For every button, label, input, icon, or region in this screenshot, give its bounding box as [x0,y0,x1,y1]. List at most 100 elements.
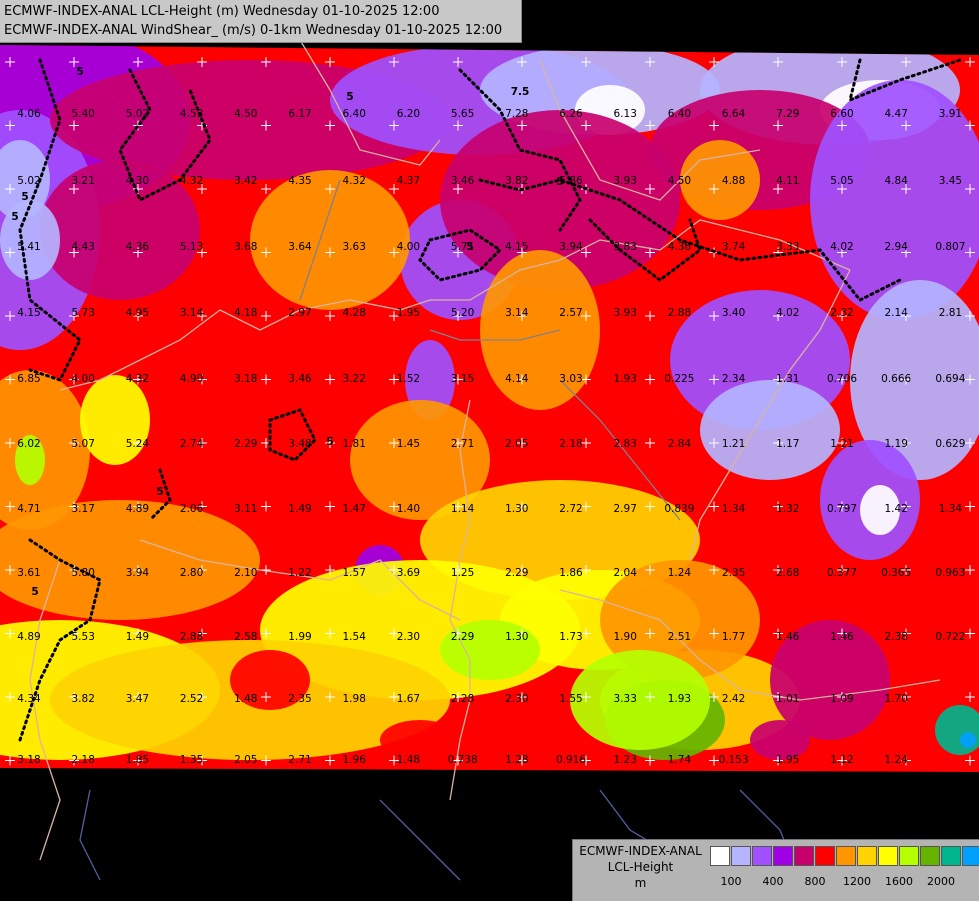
field-patch [700,380,840,480]
shear-value: 3.18 [234,373,257,385]
shear-value: 3.21 [72,175,95,187]
shear-value: 1.95 [397,307,420,319]
shear-value: 4.37 [397,175,420,187]
title-lcl-height: ECMWF-INDEX-ANAL LCL-Height (m) Wednesda… [4,4,440,19]
shear-value: 3.33 [614,693,637,705]
contour-label: 5 [326,436,333,448]
shear-value: 1.90 [614,631,637,643]
shear-value: 0.706 [827,373,857,385]
legend-swatch [773,846,793,866]
shear-value: 1.55 [559,693,582,705]
shear-value: 1.93 [668,693,691,705]
shear-value: 5.73 [72,307,95,319]
shear-value: 2.74 [180,438,204,450]
shear-value: 0.377 [827,567,857,579]
legend-tick: 100 [720,875,742,888]
shear-value: 3.82 [72,693,95,705]
shear-value: 1.81 [343,438,366,450]
title-wind-shear: ECMWF-INDEX-ANAL WindShear_ (m/s) 0-1km … [4,23,503,38]
shear-value: 2.52 [180,693,203,705]
shear-value: 4.47 [885,108,908,120]
shear-value: 5.02 [17,175,40,187]
shear-value: 5.05 [830,175,853,187]
shear-value: 3.45 [939,175,962,187]
shear-value: 4.71 [17,503,40,515]
shear-value: 5.41 [17,241,40,253]
shear-value: 2.29 [451,631,474,643]
legend-variable: LCL-Height [607,860,674,874]
legend-swatch [710,846,730,866]
shear-value: 2.80 [180,567,203,579]
shear-value: 4.90 [180,373,203,385]
shear-value: 6.17 [288,108,311,120]
shear-value: 2.97 [288,307,311,319]
shear-value: 2.29 [505,567,528,579]
shear-value: 4.28 [343,307,366,319]
shear-value: 3.33 [776,241,799,253]
shear-value: 2.81 [939,307,962,319]
shear-value: 2.88 [180,631,203,643]
field-patch [480,250,600,410]
shear-value: 7.29 [776,108,799,120]
legend-tick: 1200 [843,875,871,888]
shear-value: 0.807 [935,241,965,253]
shear-value: 1.40 [397,503,420,515]
shear-value: 1.17 [776,438,799,450]
shear-value: 6.13 [614,108,637,120]
shear-value: 2.72 [559,503,582,515]
shear-value: 6.02 [17,438,40,450]
shear-value: 4.36 [126,241,150,253]
shear-value: 2.35 [722,567,745,579]
shear-value: 3.82 [505,175,528,187]
shear-value: 4.89 [126,503,149,515]
shear-value: 4.32 [126,373,149,385]
shear-value: 2.30 [505,693,528,705]
shear-value: 0.839 [664,503,694,515]
shear-value: 1.42 [885,503,908,515]
legend-swatch [836,846,856,866]
shear-value: 1.48 [397,754,420,766]
shear-value: 0.666 [881,373,911,385]
legend-model: ECMWF-INDEX-ANAL [579,844,702,858]
shear-value: 1.09 [830,693,853,705]
shear-value: 4.00 [72,373,95,385]
shear-value: 1.19 [885,438,908,450]
shear-value: 4.14 [505,373,529,385]
legend-tick: 400 [762,875,784,888]
shear-value: 3.03 [559,373,582,385]
shear-value: 6.40 [668,108,691,120]
shear-value: 1.46 [776,631,800,643]
shear-value: 2.42 [722,693,745,705]
shear-value: 1.98 [343,693,366,705]
shear-value: 1.32 [776,503,799,515]
shear-value: 1.12 [830,754,853,766]
shear-value: 2.94 [885,241,909,253]
field-patch [960,732,976,748]
shear-value: 1.54 [343,631,367,643]
field-patch [80,375,150,465]
shear-value: 1.47 [343,503,366,515]
shear-value: 4.30 [126,175,149,187]
shear-value: 6.40 [343,108,366,120]
legend-swatch [962,846,979,866]
legend-swatch [731,846,751,866]
shear-value: 6.64 [722,108,746,120]
shear-value: 3.42 [234,175,257,187]
shear-value: 3.93 [614,175,637,187]
shear-value: 1.48 [234,693,257,705]
shear-value: 0.916 [556,754,586,766]
shear-value: 3.46 [288,373,312,385]
shear-value: 3.63 [343,241,366,253]
map-title-box: ECMWF-INDEX-ANAL LCL-Height (m) Wednesda… [0,0,522,43]
shear-value: 6.85 [17,373,40,385]
shear-value: 1.28 [505,754,528,766]
shear-value: 1.21 [722,438,745,450]
shear-value: 2.51 [668,631,691,643]
shear-value: 1.49 [126,631,149,643]
shear-value: 1.77 [722,631,745,643]
shear-value: 5.86 [559,175,583,187]
shear-value: 4.15 [505,241,528,253]
legend-swatch [899,846,919,866]
shear-value: 5.40 [72,108,95,120]
shear-value: 5.02 [126,108,149,120]
